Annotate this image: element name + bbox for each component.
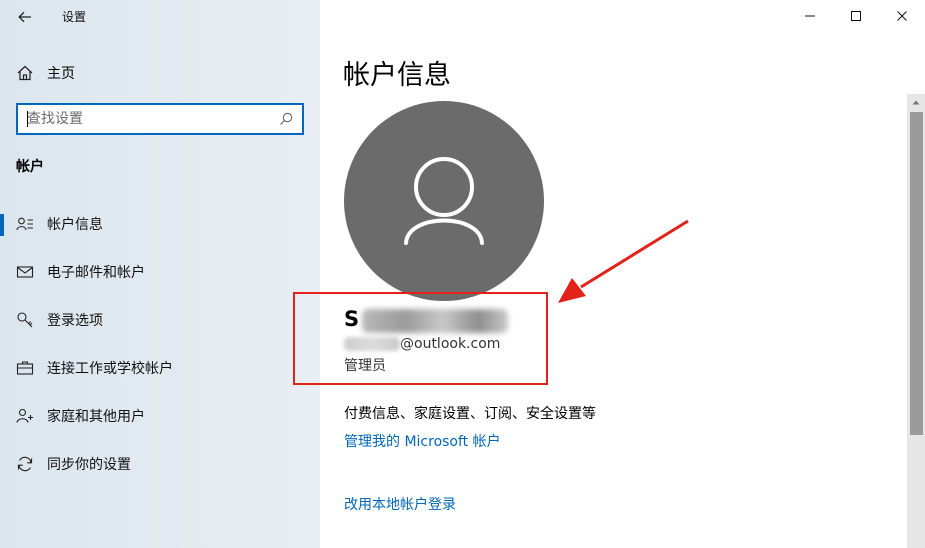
mail-icon	[16, 266, 34, 278]
key-icon	[17, 312, 33, 328]
manage-microsoft-account-link[interactable]: 管理我的 Microsoft 帐户	[344, 431, 501, 451]
sidebar-item-account-info[interactable]: 帐户信息	[0, 204, 320, 244]
sidebar-item-label: 同步你的设置	[47, 457, 131, 473]
switch-to-local-account-link[interactable]: 改用本地帐户登录	[344, 494, 456, 514]
sidebar-item-family[interactable]: 家庭和其他用户	[0, 396, 320, 436]
app-title: 设置	[62, 10, 87, 24]
scroll-up-arrow-icon[interactable]	[907, 94, 925, 110]
sidebar-item-sync[interactable]: 同步你的设置	[0, 444, 320, 484]
sidebar-item-email-accounts[interactable]: 电子邮件和帐户	[0, 252, 320, 292]
minimize-icon[interactable]	[787, 0, 833, 32]
home-icon	[17, 65, 33, 81]
sidebar-item-home[interactable]: 主页	[16, 62, 75, 84]
search-input[interactable]	[18, 105, 278, 133]
sidebar-item-sign-in-options[interactable]: 登录选项	[0, 300, 320, 340]
sidebar: 设置 主页 帐户 帐户信息 电子邮件和帐户 登录选项 连接工作或学校帐户 家庭和…	[0, 0, 320, 548]
close-icon[interactable]	[879, 0, 925, 32]
scrollbar-thumb[interactable]	[910, 112, 923, 435]
add-person-icon	[16, 408, 33, 423]
text-caret	[27, 111, 28, 127]
sync-icon	[17, 456, 33, 472]
search-box[interactable]	[16, 103, 304, 135]
sidebar-item-label: 帐户信息	[47, 217, 103, 233]
home-label: 主页	[47, 66, 75, 82]
maximize-icon[interactable]	[833, 0, 879, 32]
avatar	[344, 101, 544, 301]
sidebar-item-label: 连接工作或学校帐户	[47, 361, 173, 377]
section-header: 帐户	[16, 159, 44, 175]
back-arrow-icon[interactable]	[14, 6, 36, 28]
billing-info-text: 付费信息、家庭设置、订阅、安全设置等	[344, 406, 596, 422]
person-icon	[404, 157, 484, 245]
sidebar-item-work-school[interactable]: 连接工作或学校帐户	[0, 348, 320, 388]
search-icon[interactable]	[278, 111, 294, 127]
person-info-icon	[16, 217, 33, 231]
sidebar-item-label: 电子邮件和帐户	[47, 265, 145, 281]
page-title: 帐户信息	[343, 60, 451, 91]
sidebar-item-label: 家庭和其他用户	[47, 409, 145, 425]
briefcase-icon	[16, 361, 34, 375]
annotation-highlight-box	[293, 292, 548, 385]
window-controls	[787, 0, 925, 32]
sidebar-item-label: 登录选项	[47, 313, 103, 329]
